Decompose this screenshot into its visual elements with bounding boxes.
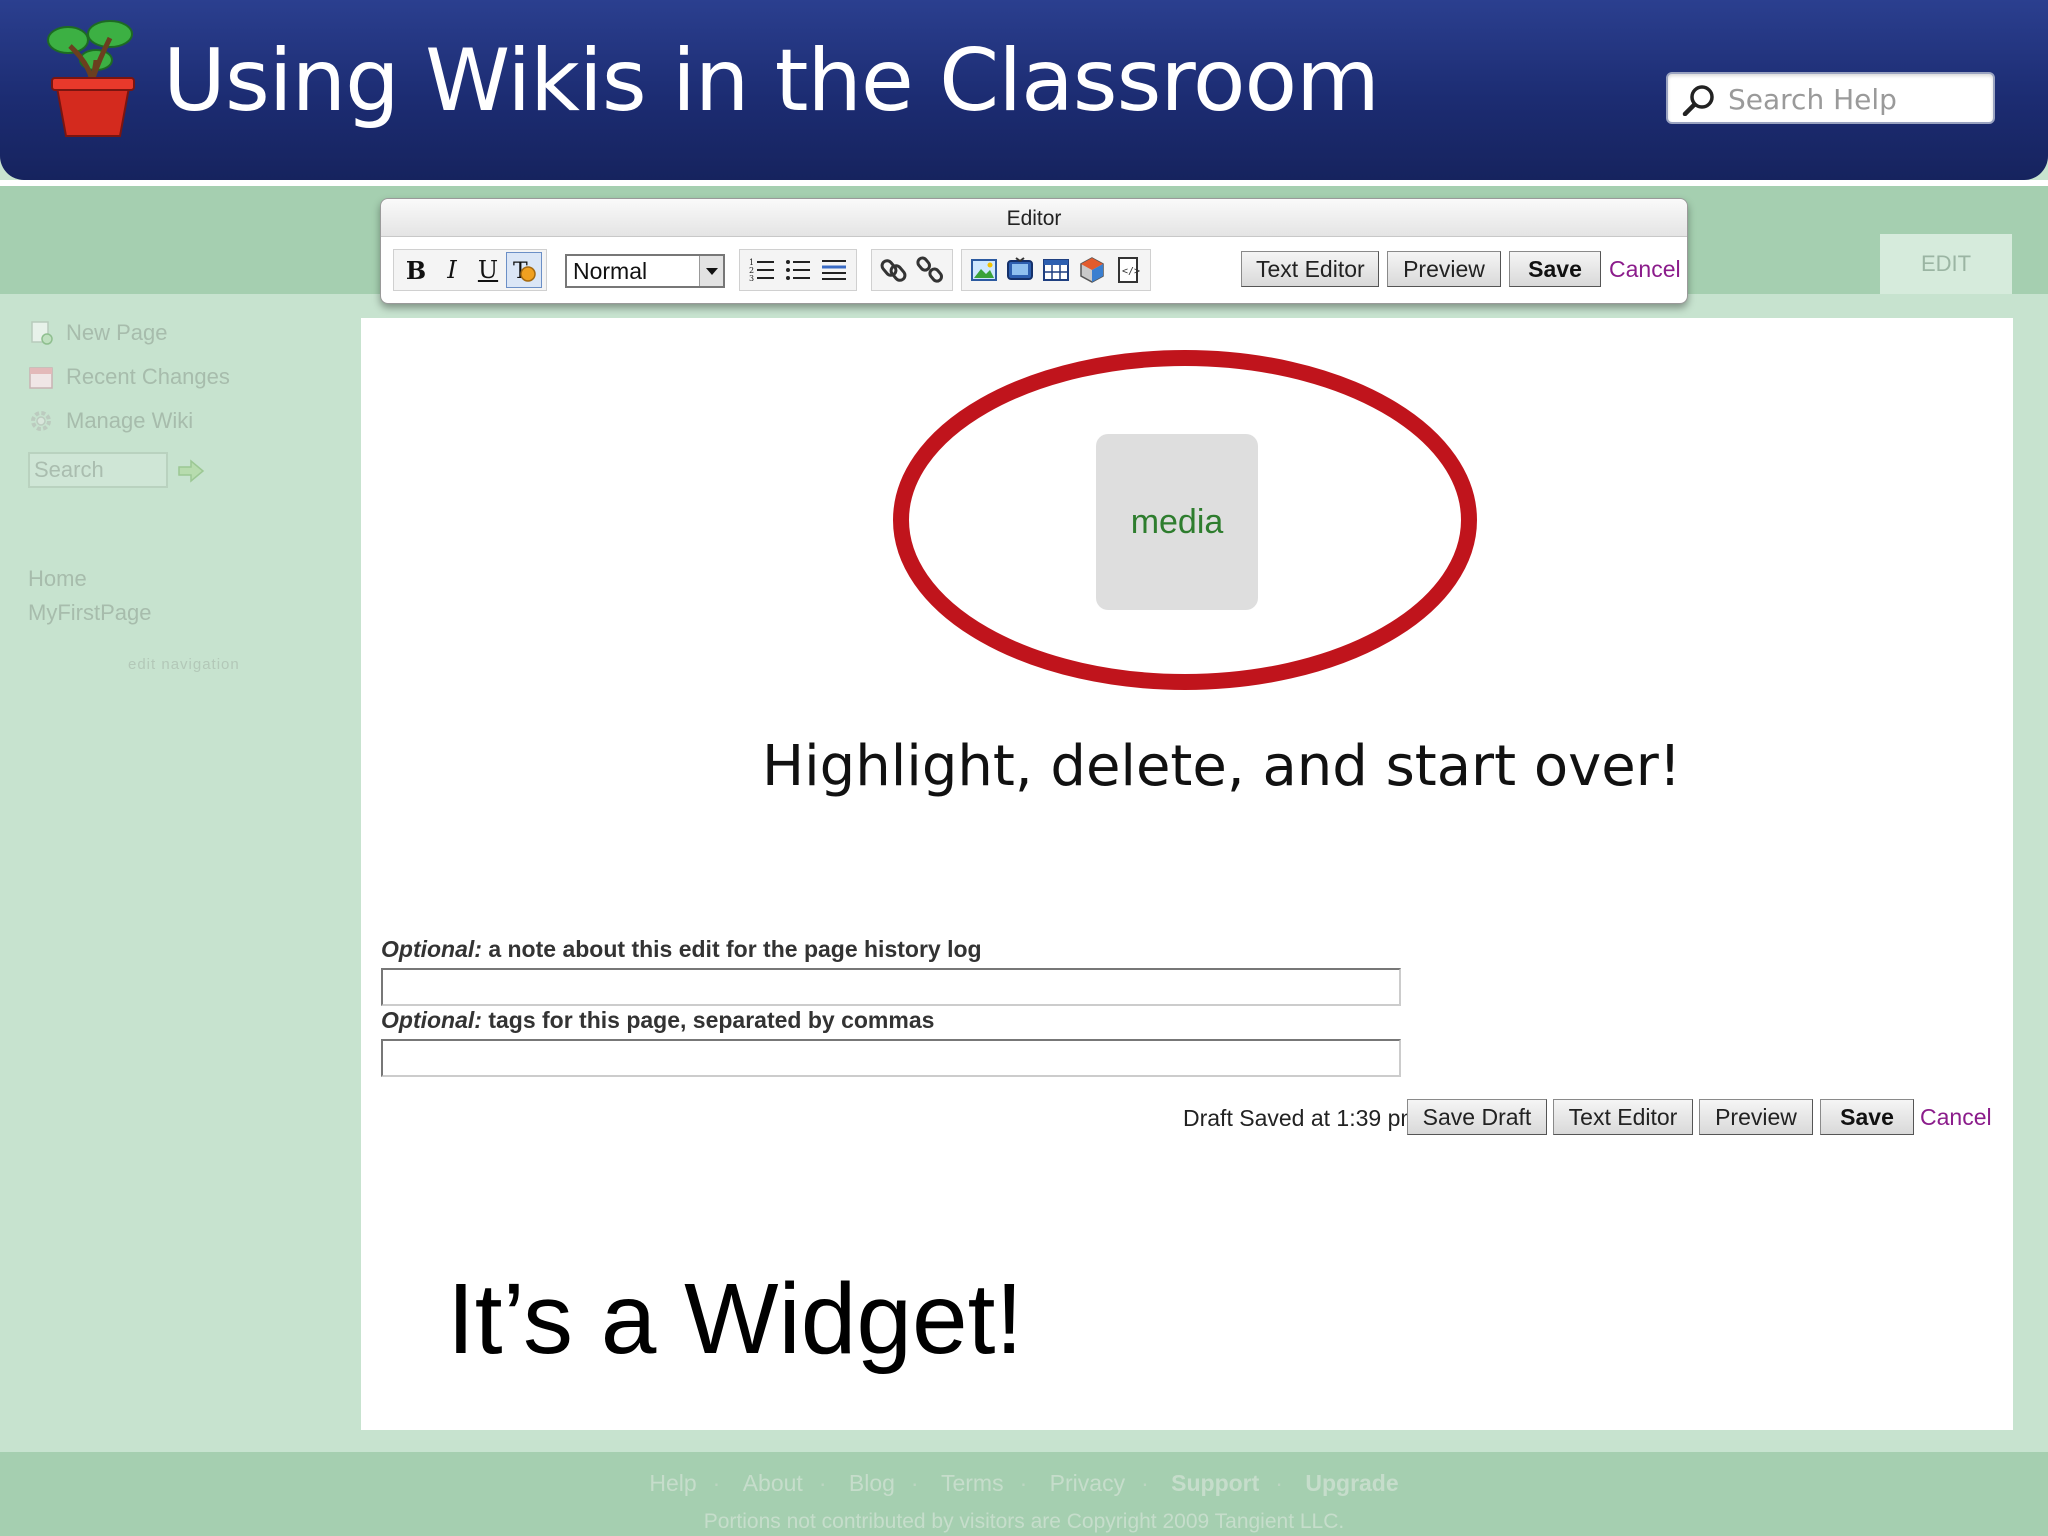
format-select[interactable]: Normal (565, 254, 725, 288)
insert-group: </> (961, 249, 1151, 291)
numbered-list-icon: 1 2 3 (749, 258, 774, 283)
list-group: 1 2 3 (739, 249, 857, 291)
bullet-list-button[interactable] (780, 252, 816, 288)
text-style-group: B I U T (393, 249, 547, 291)
text-color-icon: T (513, 259, 536, 284)
footer-link-blog[interactable]: Blog (849, 1470, 895, 1496)
search-help-input[interactable] (1728, 80, 1983, 118)
search-help-box[interactable] (1666, 72, 1995, 124)
format-select-value: Normal (573, 258, 648, 284)
sidebar-link-label: Recent Changes (66, 364, 230, 389)
arrow-right-icon[interactable] (176, 458, 206, 484)
slide-header: Using Wikis in the Classroom (0, 0, 2048, 186)
underline-button[interactable]: U (470, 252, 506, 288)
sidebar-link-recent-changes[interactable]: Recent Changes (28, 362, 230, 392)
sidebar-search-input[interactable] (28, 452, 168, 488)
draft-status: Draft Saved at 1:39 pm (1183, 1105, 1420, 1131)
insert-table-button[interactable] (1038, 252, 1074, 288)
footer-link-upgrade[interactable]: Upgrade (1305, 1470, 1398, 1496)
editor-title: Editor (381, 199, 1687, 237)
new-page-icon (31, 321, 53, 345)
slide-caption: It’s a Widget! (447, 1263, 1024, 1375)
edit-navigation-link[interactable]: edit navigation (128, 656, 240, 673)
unlink-icon (916, 256, 943, 283)
image-icon (971, 259, 997, 281)
link-icon (880, 259, 907, 282)
tags-input[interactable] (381, 1039, 1401, 1077)
save-draft-button[interactable]: Save Draft (1407, 1099, 1547, 1135)
wiki-footer: Help · About · Blog · Terms · Privacy · Suppo… (0, 1452, 2048, 1536)
insert-media-button[interactable] (1002, 252, 1038, 288)
footer-links: Help · About · Blog · Terms · Privacy · Suppo… (0, 1470, 2048, 1497)
footer-link-terms[interactable]: Terms (941, 1470, 1004, 1496)
insert-widget-button[interactable] (1074, 252, 1110, 288)
numbered-list-button[interactable]: 1 2 3 (744, 252, 780, 288)
bottom-save-button[interactable]: Save (1820, 1099, 1914, 1135)
insert-link-button[interactable] (876, 252, 912, 288)
bottom-text-editor-button[interactable]: Text Editor (1553, 1099, 1693, 1135)
italic-button[interactable]: I (434, 252, 470, 288)
bullet-list-icon (786, 260, 810, 280)
footer-link-help[interactable]: Help (649, 1470, 696, 1496)
text-editor-button[interactable]: Text Editor (1241, 251, 1379, 287)
footer-separator: · (1275, 1470, 1283, 1496)
editor-toolbar: Editor B I U T Normal 1 2 3 </> Text Edi… (380, 198, 1688, 304)
footer-copyright: Portions not contributed by visitors are… (703, 1510, 1345, 1533)
chevron-down-icon (699, 256, 723, 286)
potted-plant-logo-icon (47, 20, 135, 137)
insert-code-button[interactable]: </> (1110, 252, 1146, 288)
footer-separator: · (712, 1470, 721, 1496)
sidebar-link-new-page[interactable]: New Page (28, 318, 168, 348)
bottom-cancel-link[interactable]: Cancel (1920, 1099, 1992, 1135)
sidebar-link-manage-wiki[interactable]: Manage Wiki (28, 406, 193, 436)
footer-separator: · (1141, 1470, 1149, 1496)
horizontal-rule-icon (822, 260, 846, 280)
optional-prefix: Optional: (381, 936, 482, 962)
insert-image-button[interactable] (966, 252, 1002, 288)
svg-text:</>: </> (1122, 266, 1140, 277)
optional-prefix: Optional: (381, 1007, 482, 1033)
text-color-button[interactable]: T (506, 252, 542, 288)
bottom-preview-button[interactable]: Preview (1699, 1099, 1813, 1135)
table-icon (1043, 259, 1069, 281)
widget-icon (1080, 257, 1104, 283)
svg-text:3: 3 (749, 274, 754, 283)
tab-edit[interactable]: EDIT (1880, 234, 2012, 294)
search-icon (1682, 85, 1714, 116)
footer-link-support[interactable]: Support (1171, 1470, 1259, 1496)
callout-text: Highlight, delete, and start over! (762, 734, 1682, 799)
edit-note-input[interactable] (381, 968, 1401, 1006)
calendar-icon (29, 367, 53, 389)
nav-link-home[interactable]: Home (28, 566, 87, 592)
code-icon: </> (1118, 257, 1140, 283)
horizontal-rule-button[interactable] (816, 252, 852, 288)
edit-note-label-text: a note about this edit for the page hist… (481, 936, 982, 962)
tags-label: Optional: tags for this page, separated … (381, 1007, 934, 1034)
preview-button[interactable]: Preview (1387, 251, 1501, 287)
link-group (871, 249, 953, 291)
slide-title: Using Wikis in the Classroom (163, 31, 1380, 131)
nav-link-myfirstpage[interactable]: MyFirstPage (28, 600, 151, 626)
gear-icon (31, 411, 51, 431)
edit-note-label: Optional: a note about this edit for the… (381, 936, 982, 963)
footer-link-privacy[interactable]: Privacy (1050, 1470, 1125, 1496)
sidebar-link-label: New Page (66, 320, 168, 345)
footer-separator: · (910, 1470, 919, 1496)
footer-link-about[interactable]: About (743, 1470, 803, 1496)
cancel-link[interactable]: Cancel (1609, 251, 1681, 287)
save-button[interactable]: Save (1509, 251, 1601, 287)
tv-icon (1007, 257, 1033, 280)
sidebar-link-label: Manage Wiki (66, 408, 194, 433)
remove-link-button[interactable] (912, 252, 948, 288)
footer-separator: · (1019, 1470, 1028, 1496)
bold-button[interactable]: B (398, 252, 434, 288)
footer-separator: · (818, 1470, 827, 1496)
media-widget-placeholder[interactable]: media (1096, 434, 1258, 610)
tags-label-text: tags for this page, separated by commas (481, 1007, 935, 1033)
